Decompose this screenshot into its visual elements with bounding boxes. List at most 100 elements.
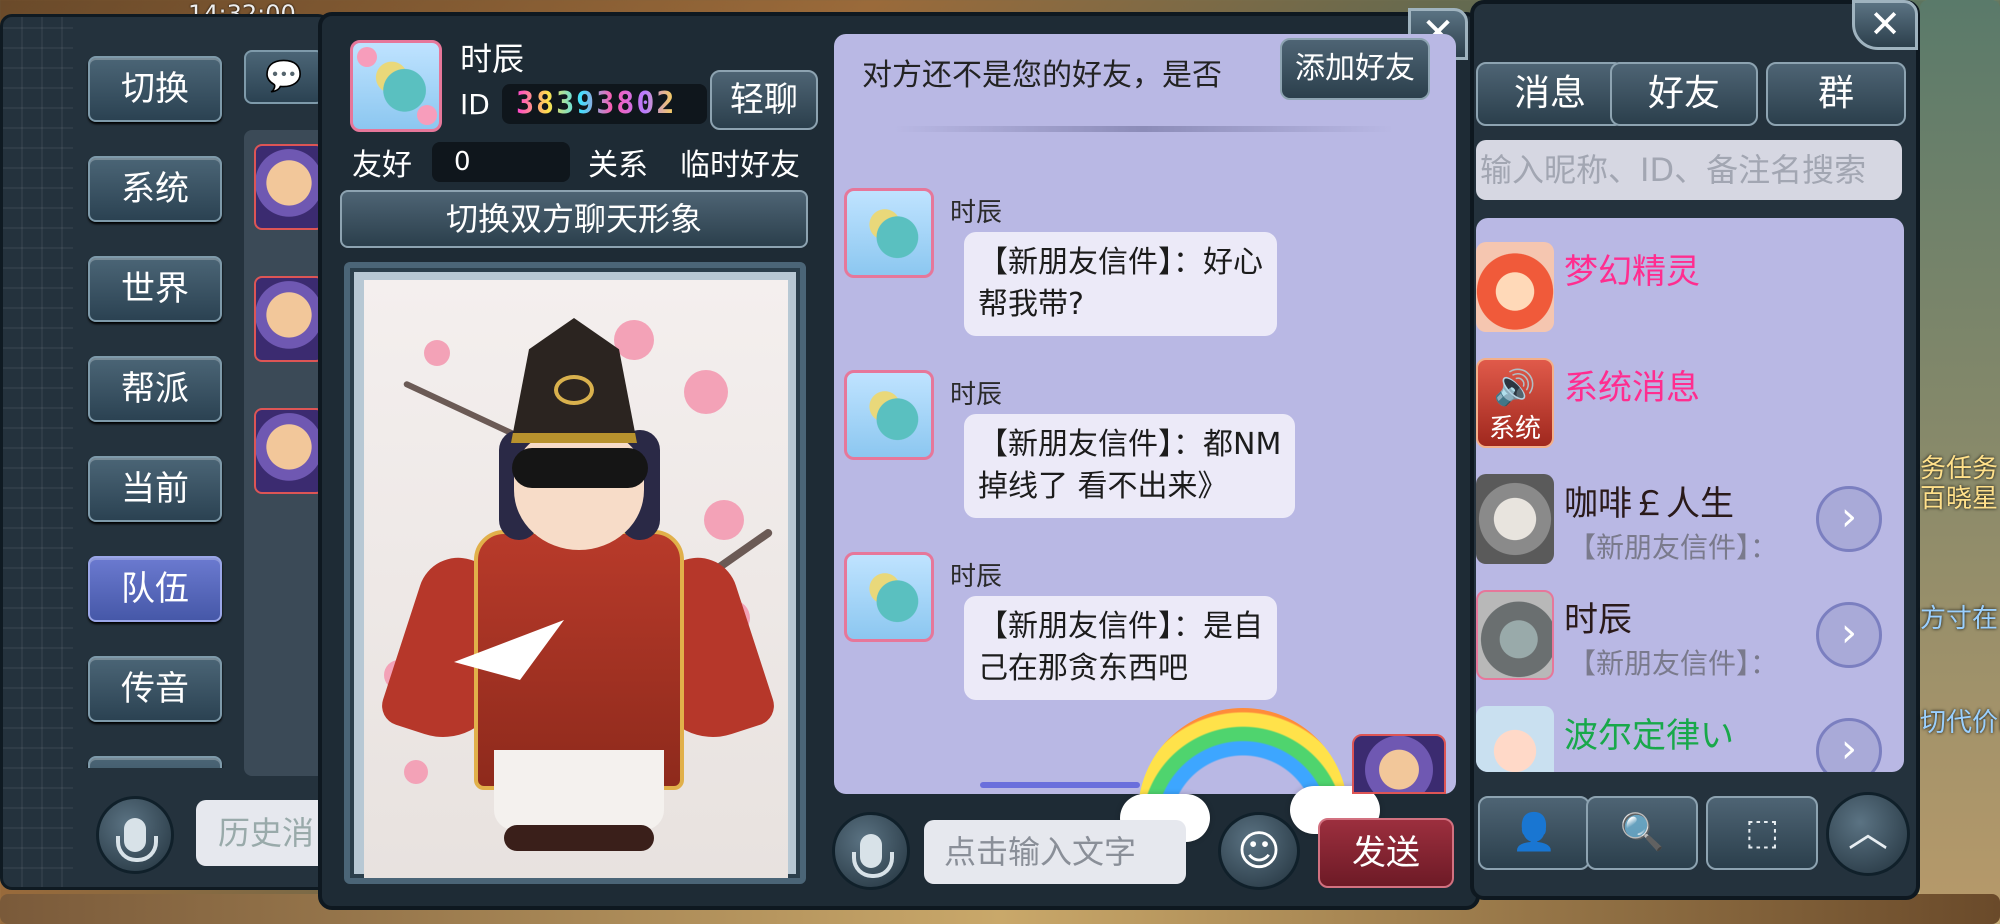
chat-bubble-icon[interactable]: 💬 [244, 50, 324, 104]
message-text-line: 【新朋友信件】：都NM [978, 427, 1282, 462]
contact-list: 梦幻精灵 🔊 系统 系统消息 咖啡￡人生 【新朋友信件】： › 时辰 【新朋友信… [1476, 218, 1904, 772]
avatar[interactable] [254, 408, 324, 494]
list-item[interactable]: 🔊 系统 系统消息 [1476, 348, 1904, 458]
messages-panel: 对方还不是您的好友，是否 添加好友 时辰 【新朋友信件】：好心 帮我带? 时辰 … [834, 34, 1456, 794]
message-text-line: 掉线了 看不出来》 [978, 469, 1228, 504]
contact-name: 咖啡￡人生 [1564, 484, 1734, 524]
not-friend-notice: 对方还不是您的好友，是否 [862, 58, 1222, 93]
message-text-line: 己在那贪东西吧 [978, 651, 1188, 686]
blossom [404, 760, 428, 784]
contact-last-message: 【新朋友信件】： [1568, 647, 1779, 680]
contact-name: 波尔定律い [1564, 716, 1734, 756]
chevron-right-icon[interactable]: › [1816, 602, 1882, 668]
mailbox-button[interactable]: ⬚ [1706, 796, 1818, 870]
blossom [704, 500, 744, 540]
emoji-button[interactable]: ☺ [1218, 812, 1300, 890]
sender-name: 时辰 [950, 198, 1003, 228]
sender-name: 时辰 [950, 380, 1003, 410]
friend-name: 时辰 [460, 40, 525, 78]
contact-name: 时辰 [1564, 600, 1632, 640]
game-overlay-text: 方寸在 [1920, 604, 1999, 634]
contact-name: 梦幻精灵 [1564, 252, 1700, 292]
voice-input-button[interactable] [832, 812, 910, 890]
list-item[interactable]: 时辰 【新朋友信件】： › [1476, 580, 1904, 690]
system-badge-label: 系统 [1488, 414, 1541, 444]
message-text-line: 帮我带? [978, 287, 1084, 322]
add-friend-button[interactable]: 添加好友 [1280, 38, 1430, 100]
channel-general-button[interactable]: 综合 [88, 756, 222, 768]
avatar [1476, 590, 1554, 680]
relation-value: 临时好友 [680, 148, 800, 183]
sender-name: 时辰 [950, 562, 1003, 592]
channel-team-button[interactable]: 队伍 [88, 556, 222, 622]
quick-chat-button[interactable]: 轻聊 [710, 70, 818, 130]
list-item[interactable]: 梦幻精灵 [1476, 232, 1904, 342]
microphone-icon [116, 818, 158, 862]
friend-id-value: 38393802 [502, 84, 707, 124]
hat-emblem [554, 375, 594, 405]
blossom [684, 370, 728, 414]
search-icon: 🔍 [1619, 812, 1665, 853]
chevron-up-icon: ︿ [1848, 810, 1888, 856]
emoji-face-icon: ☺ [1237, 826, 1281, 875]
close-social-button[interactable]: ✕ [1852, 0, 1918, 50]
intimacy-value: 0 [432, 142, 570, 182]
id-label: ID [460, 88, 490, 121]
microphone-icon [852, 834, 894, 878]
collapse-up-button[interactable]: ︿ [1826, 792, 1910, 876]
intimacy-label: 友好 [352, 148, 412, 183]
message-bubble: 【新朋友信件】：好心 帮我带? [964, 232, 1277, 336]
switch-chat-avatar-button[interactable]: 切换双方聊天形象 [340, 190, 808, 248]
relation-label: 关系 [588, 148, 648, 183]
game-overlay-text: 百晓星 [1920, 484, 1999, 514]
flower-decoration [417, 105, 437, 125]
channel-switch-button[interactable]: 切换 [88, 56, 222, 122]
sender-avatar[interactable] [844, 370, 934, 460]
friend-avatar[interactable] [350, 40, 442, 132]
chevron-right-icon[interactable]: › [1816, 486, 1882, 552]
sender-avatar[interactable] [844, 188, 934, 278]
sender-avatar[interactable] [844, 552, 934, 642]
avatar [1476, 706, 1554, 772]
channel-world-button[interactable]: 世界 [88, 256, 222, 322]
list-item[interactable]: 波尔定律い › [1476, 696, 1904, 772]
avatar [1476, 242, 1554, 332]
avatar [1476, 474, 1554, 564]
message-bubble: 【新朋友信件】：是自 己在那贪东西吧 [964, 596, 1277, 700]
channel-system-button[interactable]: 系统 [88, 156, 222, 222]
my-avatar[interactable] [1352, 734, 1446, 794]
blossom [614, 320, 654, 360]
avatar[interactable] [254, 144, 324, 230]
send-button[interactable]: 发送 [1318, 818, 1454, 888]
chevron-right-icon[interactable]: › [1816, 718, 1882, 772]
search-contact-button[interactable]: 🔍 [1586, 796, 1698, 870]
character-skirt [494, 750, 664, 830]
channel-whisper-button[interactable]: 传音 [88, 656, 222, 722]
history-input[interactable]: 历史消 [196, 800, 336, 866]
channel-current-button[interactable]: 当前 [88, 456, 222, 522]
add-contact-button[interactable]: 👤 [1478, 796, 1590, 870]
message-row: 时辰 【新朋友信件】：好心 帮我带? [844, 188, 1444, 358]
chat-text-input[interactable]: 点击输入文字 [924, 820, 1186, 884]
character-mask [512, 448, 648, 488]
left-mic-button[interactable] [96, 796, 174, 874]
game-overlay-text: 切代价N [1920, 708, 2000, 738]
tab-groups[interactable]: 群 [1766, 62, 1906, 126]
friend-character-portrait [364, 280, 788, 878]
blossom [424, 340, 450, 366]
mailbox-icon: ⬚ [1744, 812, 1779, 853]
friend-search-input[interactable]: 输入昵称、ID、备注名搜索 [1476, 140, 1902, 200]
contact-name: 系统消息 [1564, 368, 1700, 408]
tab-messages[interactable]: 消息 [1476, 62, 1624, 126]
list-item[interactable]: 咖啡￡人生 【新朋友信件】： › [1476, 464, 1904, 574]
message-row: 时辰 【新朋友信件】：都NM 掉线了 看不出来》 [844, 370, 1444, 540]
channel-guild-button[interactable]: 帮派 [88, 356, 222, 422]
system-speaker-icon: 🔊 系统 [1476, 358, 1554, 448]
friend-id-text: 38393802 [516, 86, 677, 121]
character-shoes [504, 825, 654, 851]
avatar[interactable] [254, 276, 324, 362]
message-text-line: 【新朋友信件】：好心 [978, 245, 1263, 280]
person-icon: 👤 [1511, 812, 1557, 853]
tab-friends[interactable]: 好友 [1610, 62, 1758, 126]
scroll-indicator[interactable] [980, 782, 1140, 788]
